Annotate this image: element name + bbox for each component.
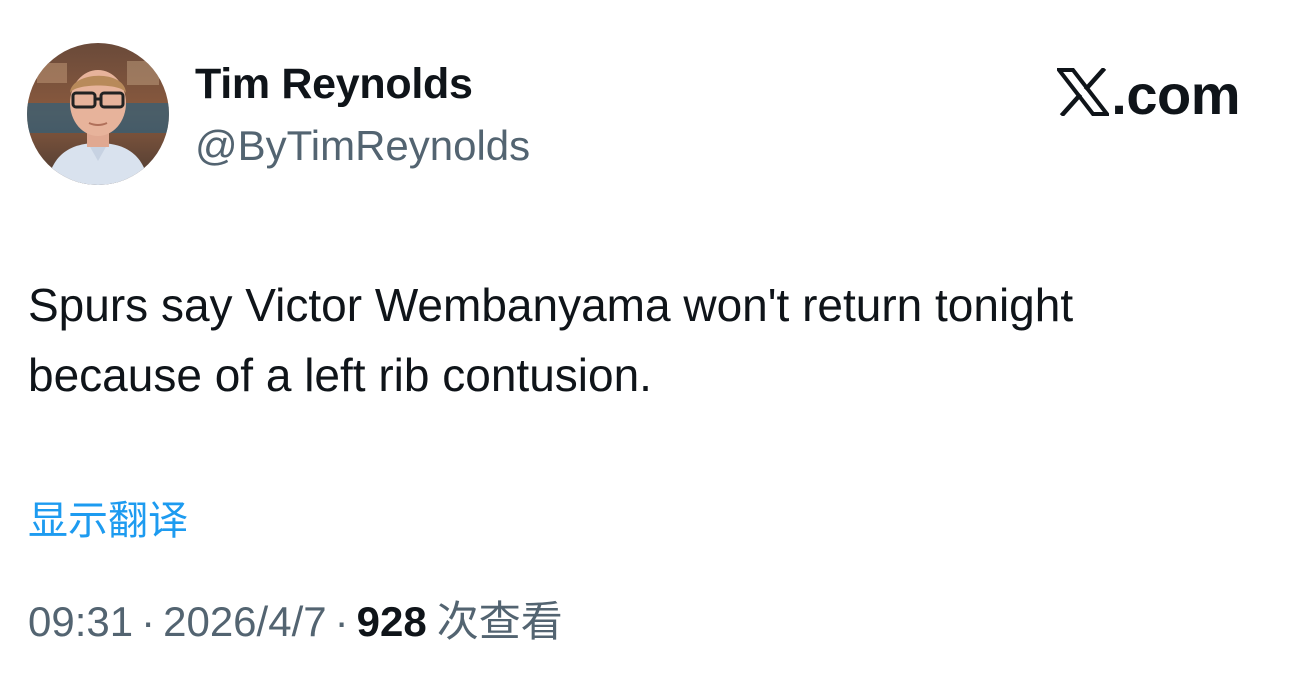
author-handle[interactable]: @ByTimReynolds <box>195 122 530 170</box>
show-translation-link[interactable]: 显示翻译 <box>28 488 188 546</box>
avatar-photo-icon <box>27 43 169 185</box>
views-label: 次查看 <box>436 597 563 646</box>
brand-domain-label: .com <box>1111 63 1240 126</box>
tweet-text: Spurs say Victor Wembanyama won't return… <box>28 279 1074 401</box>
author-display-name[interactable]: Tim Reynolds <box>195 60 473 109</box>
author-avatar[interactable] <box>27 43 169 185</box>
tweet-card: Tim Reynolds @ByTimReynolds .com Spurs s… <box>0 0 1290 674</box>
x-brand: .com <box>1055 62 1240 127</box>
x-logo-icon <box>1055 66 1112 121</box>
tweet-time[interactable]: 09:31 <box>28 598 133 646</box>
meta-separator: · <box>334 598 349 645</box>
tweet-date[interactable]: 2026/4/7 <box>163 598 327 646</box>
views-count[interactable]: 928 <box>357 598 427 646</box>
meta-separator: · <box>141 598 156 645</box>
tweet-meta: 09:31 · 2026/4/7 · 928 次查看 <box>28 588 563 649</box>
